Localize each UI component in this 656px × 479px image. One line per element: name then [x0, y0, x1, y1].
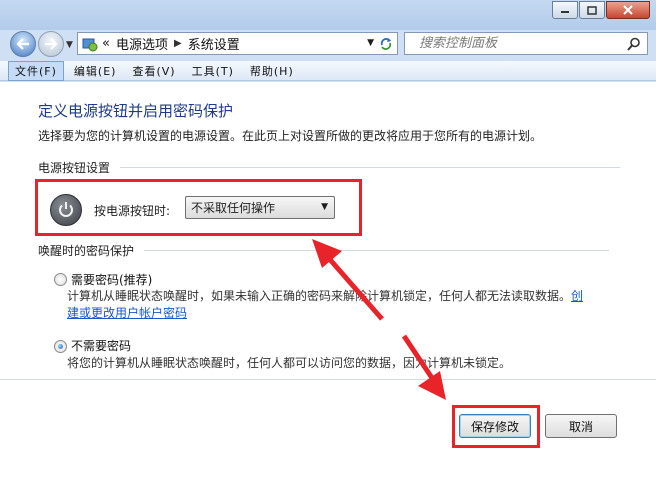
menu-tools[interactable]: 工具(T) — [186, 62, 240, 80]
back-button[interactable] — [10, 31, 36, 57]
window-controls — [551, 1, 650, 19]
arrow-right-icon — [45, 38, 58, 50]
require-password-description: 计算机从睡眠状态唤醒时，如果未输入正确的密码来解除计算机锁定，任何人都无法读取数… — [67, 289, 584, 320]
power-section-header: 电源按钮设置 — [38, 159, 621, 176]
annotation-highlight-save — [452, 405, 540, 448]
create-password-link[interactable]: 创 — [571, 289, 583, 303]
close-button[interactable] — [606, 1, 650, 19]
menu-file[interactable]: 文件(F) — [8, 60, 64, 81]
forward-button[interactable] — [38, 31, 64, 57]
menu-help[interactable]: 帮助(H) — [244, 62, 300, 80]
main-content: 定义电源按钮并启用密码保护 选择要为您的计算机设置的电源设置。在此页上对设置所做… — [0, 82, 656, 479]
section-divider — [120, 167, 621, 168]
no-password-description: 将您的计算机从睡眠状态唤醒时，任何人都可以访问您的数据，因为计算机未锁定。 — [67, 356, 512, 370]
breadcrumb-prefix[interactable]: « — [102, 36, 110, 51]
create-password-link-cont[interactable]: 建或更改用户帐户密码 — [67, 306, 187, 320]
breadcrumb-power-options[interactable]: 电源选项 — [116, 34, 168, 53]
no-password-label[interactable]: 不需要密码 — [71, 337, 131, 354]
section-divider — [144, 250, 610, 251]
page-description: 选择要为您的计算机设置的电源设置。在此页上对设置所做的更改将应用于您所有的电源计… — [38, 129, 543, 143]
power-section-title: 电源按钮设置 — [38, 161, 111, 175]
breadcrumb-system-settings[interactable]: 系统设置 — [188, 34, 240, 53]
no-password-radio[interactable] — [54, 340, 67, 353]
breadcrumb-separator-icon[interactable]: ▶ — [174, 38, 182, 49]
menu-bar: 文件(F) 编辑(E) 查看(V) 工具(T) 帮助(H) — [0, 60, 656, 81]
maximize-button[interactable] — [579, 1, 605, 19]
address-bar[interactable]: « 电源选项 ▶ 系统设置 ▼ — [77, 32, 397, 55]
navigation-bar: ▼ « 电源选项 ▶ 系统设置 ▼ — [0, 28, 656, 60]
address-dropdown-icon[interactable]: ▼ — [367, 38, 374, 48]
menu-edit[interactable]: 编辑(E) — [68, 62, 123, 80]
search-input[interactable] — [419, 36, 619, 51]
cancel-button[interactable]: 取消 — [545, 414, 617, 438]
annotation-highlight-power — [35, 179, 362, 236]
refresh-button[interactable] — [374, 32, 398, 55]
page-title: 定义电源按钮并启用密码保护 — [38, 102, 234, 120]
maximize-icon — [587, 5, 597, 15]
search-icon[interactable] — [627, 37, 641, 51]
refresh-icon — [380, 37, 391, 50]
search-box[interactable] — [404, 32, 648, 55]
wake-section-header: 唤醒时的密码保护 — [38, 242, 610, 259]
arrow-left-icon — [16, 38, 29, 50]
minimize-button[interactable] — [552, 1, 578, 19]
wake-section-title: 唤醒时的密码保护 — [38, 244, 135, 258]
close-icon — [623, 5, 633, 15]
require-password-label[interactable]: 需要密码(推荐) — [71, 271, 152, 288]
require-password-radio[interactable] — [54, 273, 67, 286]
minimize-icon — [561, 11, 569, 13]
button-bar-divider — [0, 379, 656, 380]
menu-view[interactable]: 查看(V) — [126, 62, 181, 80]
control-panel-icon — [82, 38, 98, 51]
history-dropdown-icon[interactable]: ▼ — [66, 40, 73, 50]
window-titlebar — [0, 0, 656, 30]
